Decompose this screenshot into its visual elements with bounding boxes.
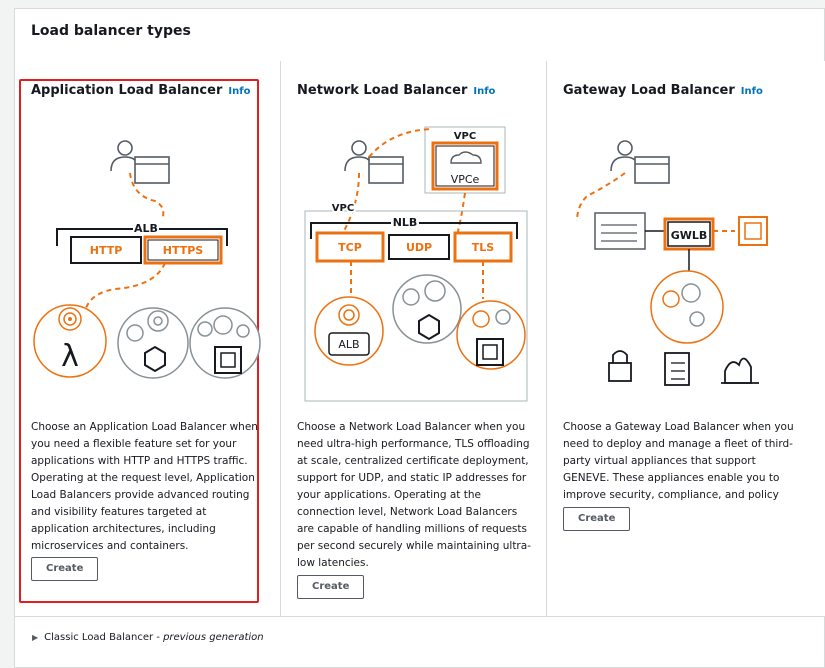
tls-label: TLS	[472, 241, 495, 254]
create-alb-button[interactable]: Create	[31, 557, 99, 581]
nlb-description: Choose a Network Load Balancer when you …	[297, 421, 531, 569]
nlb-title: Network Load Balancer	[297, 83, 468, 98]
alb-info-link[interactable]: Info	[228, 86, 250, 97]
gwlb-card[interactable]: Gateway Load Balancer Info GWLB Choose a…	[547, 61, 825, 617]
appliance-fleet	[650, 270, 724, 344]
gwlb-title: Gateway Load Balancer	[563, 83, 735, 98]
alb-card[interactable]: Application Load Balancer Info ALB HTTP H…	[15, 61, 281, 617]
alb-title: Application Load Balancer	[31, 83, 223, 98]
container-target	[117, 307, 189, 379]
panel-title: Load balancer types	[31, 23, 191, 39]
chip-icon	[738, 216, 768, 246]
gwlb-illustration: GWLB	[576, 140, 768, 386]
nlb-card[interactable]: Network Load Balancer Info VPC VPCe VPC N…	[281, 61, 547, 617]
card-title-gwlb: Gateway Load Balancer Info	[563, 83, 763, 98]
tcp-label: TCP	[338, 241, 362, 254]
lock-icon	[608, 362, 632, 382]
user-icon	[610, 140, 670, 184]
vpc-top-label: VPC	[454, 131, 476, 142]
gwlb-description: Choose a Gateway Load Balancer when you …	[563, 421, 794, 518]
classic-load-balancer-expander[interactable]: ▶ Classic Load Balancer - previous genera…	[32, 632, 264, 643]
gwlb-group-label: GWLB	[671, 229, 708, 242]
appliance-icon	[594, 212, 646, 250]
nlb-illustration: VPC VPCe VPC NLB TCP UDP TLS ALB	[304, 126, 528, 402]
udp-label: UDP	[406, 241, 432, 254]
card-title-nlb: Network Load Balancer Info	[297, 83, 495, 98]
http-label: HTTP	[90, 244, 123, 257]
vpce-label: VPCe	[451, 173, 480, 186]
alb-group-label: ALB	[134, 222, 158, 235]
alb-illustration: ALB HTTP HTTPS λ	[33, 140, 261, 379]
load-balancer-types-panel: Load balancer types Application Load Bal…	[14, 8, 825, 668]
create-nlb-button[interactable]: Create	[297, 575, 365, 599]
nlb-info-link[interactable]: Info	[473, 86, 495, 97]
vpc-left-label: VPC	[332, 203, 354, 214]
card-title-alb: Application Load Balancer Info	[31, 83, 250, 98]
panel-header: Load balancer types	[15, 9, 824, 62]
classic-suffix: previous generation	[163, 632, 264, 643]
checklist-icon	[664, 352, 690, 386]
https-label: HTTPS	[163, 244, 204, 257]
classic-label: Classic Load Balancer	[44, 632, 154, 643]
lambda-icon: λ	[61, 339, 79, 374]
alb-description: Choose an Application Load Balancer when…	[31, 421, 258, 552]
gwlb-info-link[interactable]: Info	[741, 86, 763, 97]
user-icon	[344, 140, 404, 184]
nlb-group-label: NLB	[393, 216, 418, 229]
user-icon	[110, 140, 170, 184]
caret-right-icon: ▶	[32, 633, 39, 642]
create-gwlb-button[interactable]: Create	[563, 507, 631, 531]
alb-target-label: ALB	[338, 338, 359, 351]
firewall-icon	[724, 357, 752, 384]
